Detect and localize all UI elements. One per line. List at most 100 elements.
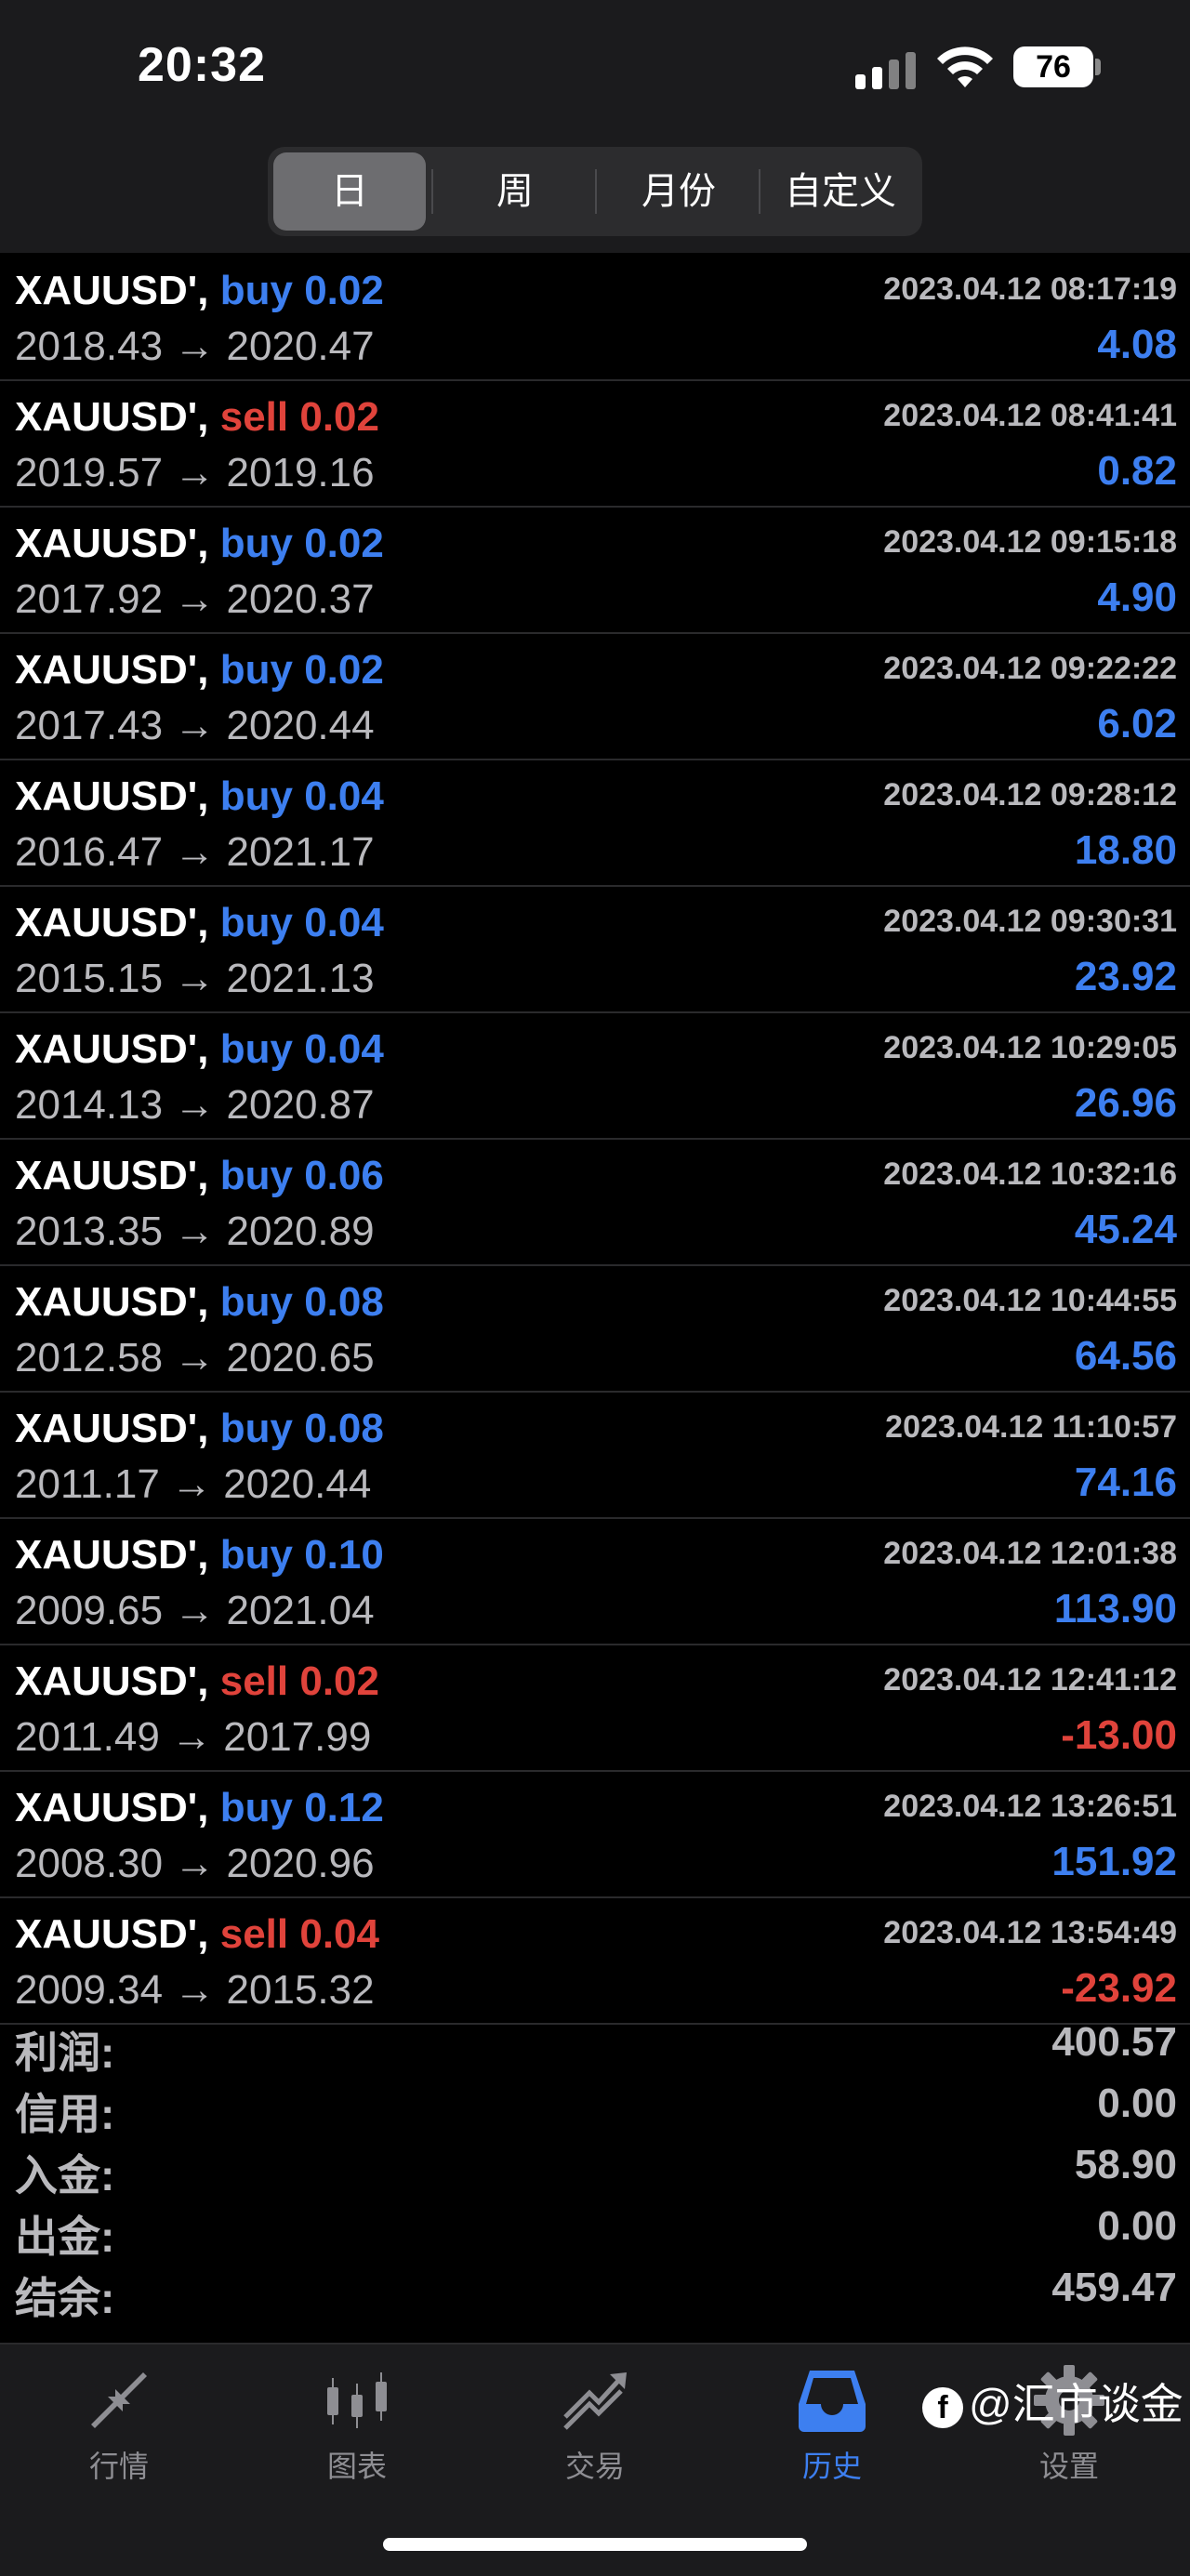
tab-trade[interactable]: 交易 — [521, 2363, 669, 2486]
trade-symbol-line: XAUUSD', buy 0.10 — [15, 1532, 384, 1579]
arrow-icon: → — [171, 1714, 213, 1760]
cellular-signal-icon — [855, 52, 920, 89]
trade-side: sell — [219, 394, 289, 440]
trade-profit: 45.24 — [1074, 1207, 1177, 1252]
summary-balance-row: 结余: 459.47 — [0, 2259, 1190, 2322]
summary-withdrawal-row: 出金: 0.00 — [0, 2198, 1190, 2261]
arrow-icon: → — [174, 1335, 216, 1380]
segment-divider — [431, 169, 433, 214]
trade-row[interactable]: XAUUSD', buy 0.08 2023.04.12 11:10:57 2011… — [0, 1393, 1190, 1519]
trade-lot: 0.02 — [304, 268, 384, 313]
trade-lot: 0.06 — [304, 1153, 384, 1198]
trade-datetime: 2023.04.12 12:41:12 — [883, 1662, 1177, 1698]
trade-row[interactable]: XAUUSD', sell 0.02 2023.04.12 12:41:12 201… — [0, 1645, 1190, 1772]
watermark-text: @汇市谈金 — [969, 2380, 1183, 2428]
trade-datetime: 2023.04.12 09:30:31 — [883, 904, 1177, 939]
trade-row[interactable]: XAUUSD', buy 0.02 2023.04.12 08:17:19 2018… — [0, 255, 1190, 381]
chart-icon — [327, 2372, 387, 2428]
trade-lot: 0.04 — [304, 900, 384, 945]
trade-side: buy — [219, 1153, 293, 1198]
arrow-icon: → — [174, 1082, 216, 1128]
segment-week[interactable]: 周 — [439, 152, 591, 231]
trade-row[interactable]: XAUUSD', buy 0.08 2023.04.12 10:44:55 2012… — [0, 1266, 1190, 1393]
segment-divider — [759, 169, 760, 214]
trade-symbol: XAUUSD', — [15, 521, 209, 566]
trade-lot: 0.04 — [304, 773, 384, 819]
trade-side: buy — [219, 900, 293, 945]
trade-side: sell — [219, 1658, 289, 1704]
trade-row[interactable]: XAUUSD', buy 0.10 2023.04.12 12:01:38 2009… — [0, 1519, 1190, 1645]
trade-symbol: XAUUSD', — [15, 647, 209, 693]
trade-profit: 6.02 — [1097, 701, 1177, 746]
trade-lot: 0.08 — [304, 1279, 384, 1325]
trade-row[interactable]: XAUUSD', buy 0.02 2023.04.12 09:15:18 2017… — [0, 508, 1190, 634]
home-indicator[interactable] — [383, 2538, 807, 2551]
trade-lot: 0.04 — [299, 1911, 379, 1957]
close-price: 2021.13 — [226, 956, 375, 1001]
trade-prices: 2009.34 → 2015.32 — [15, 1967, 375, 2014]
trade-symbol: XAUUSD', — [15, 1026, 209, 1072]
summary-label: 入金: — [15, 2151, 115, 2200]
trade-datetime: 2023.04.12 10:29:05 — [883, 1030, 1177, 1065]
trade-row[interactable]: XAUUSD', sell 0.02 2023.04.12 08:41:41 201… — [0, 381, 1190, 508]
trade-symbol: XAUUSD', — [15, 268, 209, 313]
summary-value: 0.00 — [1097, 2081, 1177, 2126]
open-price: 2017.43 — [15, 703, 164, 748]
period-segmented-control: 日 周 月份 自定义 — [268, 147, 922, 236]
tab-label: 设置 — [1038, 2450, 1099, 2483]
open-price: 2011.17 — [15, 1461, 160, 1507]
tab-chart[interactable]: 图表 — [283, 2363, 431, 2486]
trade-profit: 23.92 — [1074, 954, 1177, 999]
trade-profit: 113.90 — [1053, 1586, 1177, 1631]
tab-quotes[interactable]: 行情 — [45, 2363, 193, 2486]
summary-value: 400.57 — [1051, 2019, 1177, 2065]
trade-prices: 2011.49 → 2017.99 — [15, 1714, 371, 1761]
segment-divider — [595, 169, 597, 214]
trade-row[interactable]: XAUUSD', buy 0.12 2023.04.12 13:26:51 2008… — [0, 1772, 1190, 1898]
close-price: 2021.17 — [226, 829, 375, 875]
trade-symbol: XAUUSD', — [15, 1532, 209, 1578]
trade-prices: 2018.43 → 2020.47 — [15, 324, 375, 370]
segment-month[interactable]: 月份 — [602, 152, 755, 231]
summary-value: 58.90 — [1074, 2142, 1177, 2187]
segment-day[interactable]: 日 — [273, 152, 426, 231]
trade-prices: 2009.65 → 2021.04 — [15, 1588, 375, 1634]
trade-icon — [563, 2372, 627, 2430]
trade-prices: 2017.43 → 2020.44 — [15, 703, 375, 749]
trade-row[interactable]: XAUUSD', buy 0.06 2023.04.12 10:32:16 2013… — [0, 1140, 1190, 1266]
tab-history[interactable]: 历史 — [758, 2363, 906, 2486]
trade-datetime: 2023.04.12 08:17:19 — [883, 271, 1177, 307]
open-price: 2008.30 — [15, 1841, 164, 1886]
trade-datetime: 2023.04.12 10:32:16 — [883, 1156, 1177, 1192]
trade-row[interactable]: XAUUSD', buy 0.04 2023.04.12 09:30:31 2015… — [0, 887, 1190, 1013]
segment-custom[interactable]: 自定义 — [764, 152, 917, 231]
trade-profit: 26.96 — [1074, 1080, 1177, 1126]
close-price: 2015.32 — [226, 1967, 375, 2013]
trade-row[interactable]: XAUUSD', buy 0.02 2023.04.12 09:22:22 2017… — [0, 634, 1190, 760]
close-price: 2020.44 — [223, 1461, 372, 1507]
trade-row[interactable]: XAUUSD', buy 0.04 2023.04.12 09:28:12 2016… — [0, 760, 1190, 887]
trade-row[interactable]: XAUUSD', sell 0.04 2023.04.12 13:54:49 200… — [0, 1898, 1190, 2025]
trade-profit: -23.92 — [1061, 1965, 1177, 2011]
trade-prices: 2013.35 → 2020.89 — [15, 1209, 375, 1255]
arrow-icon: → — [174, 1209, 216, 1254]
arrow-icon: → — [174, 1841, 216, 1886]
trade-row[interactable]: XAUUSD', buy 0.04 2023.04.12 10:29:05 2014… — [0, 1013, 1190, 1140]
summary-deposit-row: 入金: 58.90 — [0, 2136, 1190, 2200]
trade-lot: 0.10 — [304, 1532, 384, 1578]
trade-lot: 0.02 — [299, 394, 379, 440]
watermark-logo: f — [922, 2386, 963, 2428]
trade-symbol-line: XAUUSD', sell 0.02 — [15, 1658, 379, 1705]
trade-lot: 0.02 — [304, 521, 384, 566]
trade-symbol-line: XAUUSD', sell 0.04 — [15, 1911, 379, 1958]
trade-prices: 2016.47 → 2021.17 — [15, 829, 375, 876]
arrow-icon: → — [174, 1967, 216, 2013]
trade-datetime: 2023.04.12 11:10:57 — [885, 1409, 1177, 1445]
trade-side: buy — [219, 647, 293, 693]
trade-prices: 2015.15 → 2021.13 — [15, 956, 375, 1002]
trade-symbol-line: XAUUSD', buy 0.08 — [15, 1406, 384, 1452]
trade-datetime: 2023.04.12 13:26:51 — [883, 1789, 1177, 1824]
tab-label: 行情 — [88, 2450, 149, 2483]
trade-side: buy — [219, 1026, 293, 1072]
trade-side: buy — [219, 773, 293, 819]
